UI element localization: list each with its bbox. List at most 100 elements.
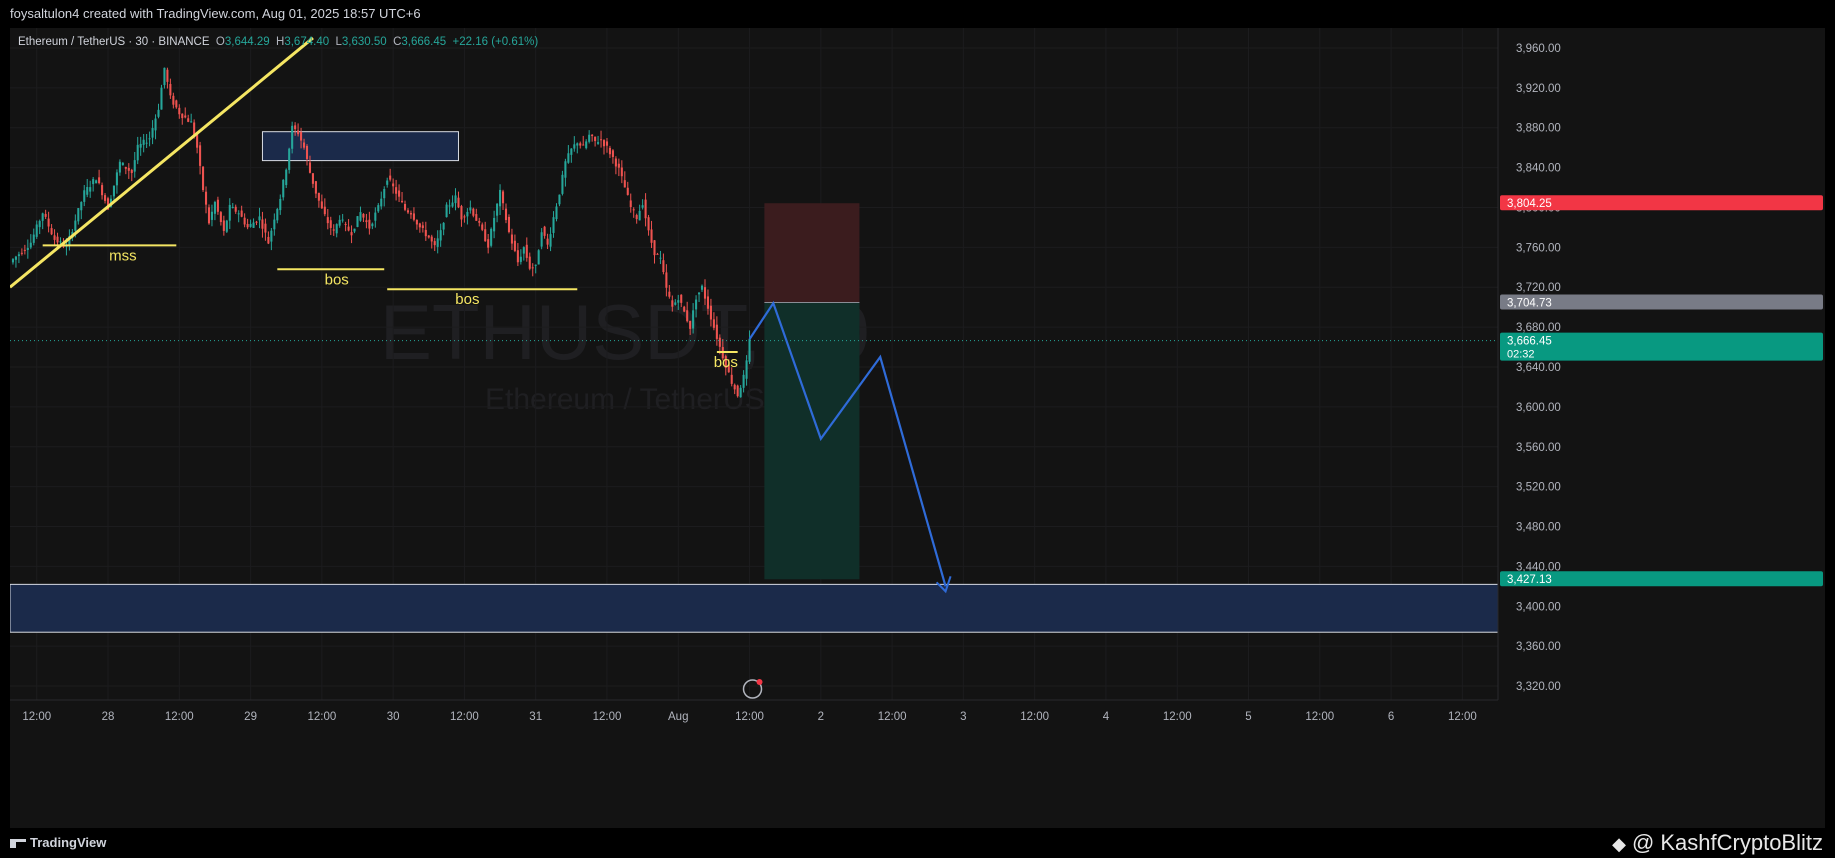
candle[interactable] (285, 169, 288, 186)
candle[interactable] (582, 144, 585, 146)
candle[interactable] (614, 158, 617, 167)
candle[interactable] (386, 180, 389, 185)
candle[interactable] (320, 201, 323, 209)
candle[interactable] (519, 256, 522, 262)
candle[interactable] (644, 199, 647, 219)
candle[interactable] (145, 142, 148, 144)
candle[interactable] (41, 213, 44, 221)
candle[interactable] (196, 133, 199, 148)
chart-area[interactable]: ETHUSDT, 30 Ethereum / TetherUS mss bos bos… (10, 28, 1825, 828)
candle[interactable] (647, 217, 650, 231)
candle[interactable] (47, 218, 50, 227)
candle[interactable] (347, 226, 350, 231)
candle[interactable] (493, 217, 496, 232)
candle[interactable] (184, 115, 187, 118)
candle[interactable] (29, 242, 32, 248)
candle[interactable] (175, 100, 178, 108)
candle[interactable] (403, 203, 407, 210)
candle[interactable] (228, 204, 231, 221)
candle[interactable] (472, 208, 475, 216)
candle[interactable] (570, 148, 573, 155)
candle[interactable] (650, 229, 653, 243)
candle[interactable] (163, 67, 166, 86)
candle[interactable] (745, 360, 748, 379)
candle[interactable] (605, 141, 609, 146)
candle[interactable] (620, 167, 623, 177)
candle[interactable] (240, 210, 243, 217)
candle[interactable] (104, 195, 107, 201)
candle[interactable] (276, 208, 279, 221)
candle[interactable] (291, 125, 294, 149)
candle[interactable] (626, 187, 629, 195)
candle[interactable] (335, 224, 338, 234)
candle[interactable] (172, 95, 175, 105)
candle[interactable] (683, 306, 686, 312)
candle[interactable] (98, 177, 101, 184)
price-chart[interactable]: ETHUSDT, 30Ethereum / TetherUS mssbosbos… (10, 28, 1825, 828)
candle[interactable] (317, 192, 320, 201)
candle[interactable] (326, 217, 329, 224)
candle[interactable] (457, 197, 460, 208)
candle[interactable] (59, 241, 62, 243)
candle[interactable] (528, 256, 531, 269)
candle[interactable] (424, 229, 427, 237)
candle[interactable] (115, 172, 118, 186)
candle[interactable] (332, 229, 335, 231)
candle[interactable] (288, 148, 291, 170)
candle[interactable] (56, 236, 59, 243)
candle[interactable] (421, 225, 424, 229)
candle[interactable] (124, 166, 127, 169)
candle[interactable] (89, 187, 92, 192)
candle[interactable] (573, 144, 576, 149)
candle[interactable] (246, 223, 249, 228)
candle[interactable] (77, 208, 80, 222)
candle[interactable] (95, 180, 98, 184)
candle[interactable] (380, 198, 383, 207)
candle[interactable] (558, 194, 561, 205)
candle[interactable] (160, 87, 163, 110)
candle[interactable] (204, 191, 208, 205)
candle[interactable] (671, 300, 674, 307)
candle[interactable] (703, 287, 707, 299)
candle[interactable] (742, 374, 745, 388)
candle[interactable] (249, 223, 252, 227)
candle[interactable] (537, 250, 540, 265)
candle[interactable] (611, 150, 614, 157)
candle[interactable] (14, 256, 17, 260)
candle[interactable] (222, 220, 225, 231)
candle[interactable] (709, 305, 712, 320)
candle[interactable] (632, 209, 635, 211)
candle[interactable] (231, 206, 234, 208)
candle[interactable] (629, 200, 632, 208)
candle[interactable] (368, 219, 371, 229)
candle[interactable] (579, 143, 582, 146)
candle[interactable] (83, 190, 86, 202)
candle[interactable] (415, 220, 418, 225)
candle[interactable] (585, 141, 588, 149)
candle[interactable] (466, 211, 469, 217)
candle[interactable] (44, 214, 47, 217)
candle[interactable] (133, 160, 136, 172)
candle[interactable] (439, 230, 442, 241)
candle[interactable] (121, 162, 124, 166)
candle[interactable] (302, 142, 306, 148)
candle[interactable] (576, 143, 579, 146)
candle[interactable] (641, 205, 644, 208)
candle[interactable] (118, 161, 121, 173)
candle[interactable] (662, 260, 665, 272)
candle[interactable] (53, 235, 56, 240)
candle[interactable] (169, 84, 172, 96)
candle[interactable] (451, 202, 454, 207)
candle[interactable] (92, 179, 95, 185)
candle[interactable] (323, 206, 326, 215)
candle[interactable] (718, 337, 721, 347)
candle[interactable] (507, 216, 511, 232)
candle[interactable] (216, 199, 219, 212)
candle[interactable] (501, 191, 505, 204)
candle[interactable] (219, 212, 222, 223)
candle[interactable] (484, 229, 487, 242)
candle[interactable] (698, 292, 701, 295)
candle[interactable] (430, 236, 433, 242)
candle[interactable] (656, 253, 659, 255)
candle[interactable] (730, 374, 733, 384)
